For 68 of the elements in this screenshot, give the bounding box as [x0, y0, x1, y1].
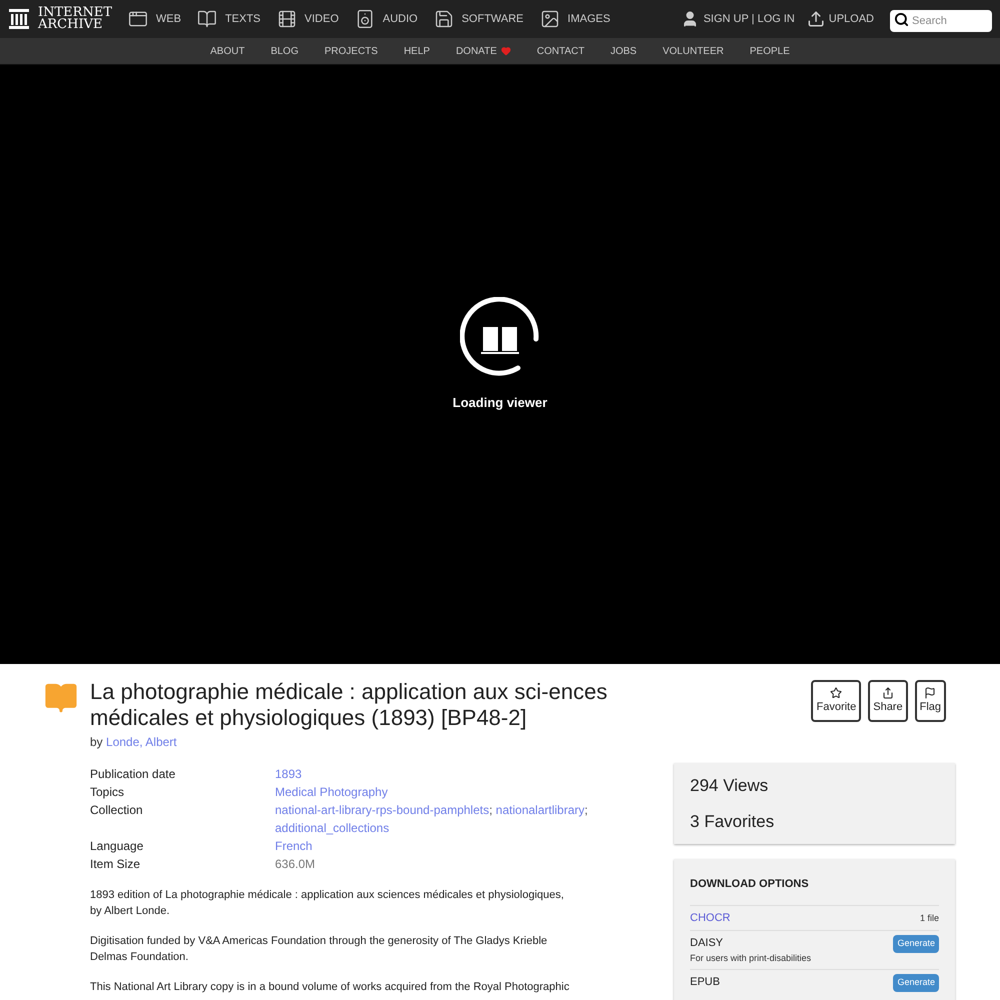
- action-button[interactable]: Flag: [914, 680, 946, 722]
- description-paragraph: 1893 edition of La photographie médicale : application aux sciences médicales et physiologiques, by Albert Londe.: [90, 888, 565, 919]
- sub-nav-link[interactable]: ABOUT: [210, 44, 245, 58]
- sub-nav-link[interactable]: CONTACT: [536, 44, 584, 58]
- sign-in-link[interactable]: SIGN UP | LOG IN: [681, 10, 795, 28]
- star-icon: [830, 686, 842, 699]
- metadata-label: Item Size: [90, 856, 142, 873]
- author-link[interactable]: Londe, Albert: [106, 735, 177, 749]
- logo-text[interactable]: ARCHIVE: [38, 19, 112, 31]
- byline-label: by: [90, 735, 103, 749]
- action-button[interactable]: Favorite: [811, 680, 862, 722]
- speaker-icon: [354, 9, 375, 29]
- separator: ;: [584, 803, 588, 817]
- image-icon: [540, 9, 560, 29]
- film-icon: [276, 9, 297, 29]
- media-nav-link[interactable]: VIDEO: [276, 9, 339, 29]
- loading-status: Loading viewer: [452, 394, 548, 412]
- stat-count: 3 Favorites: [690, 810, 776, 832]
- metadata-label: Publication date: [90, 766, 176, 783]
- metadata-label: Collection: [90, 802, 144, 819]
- metadata-value: 636.0M: [275, 857, 316, 871]
- metadata-link[interactable]: Medical Photography: [275, 785, 388, 799]
- description-paragraph: This National Art Library copy is in a bound volume of works acquired from the Royal Photographic: [90, 980, 570, 995]
- sub-nav-link[interactable]: BLOG: [270, 44, 298, 58]
- file-count: 1 file: [920, 912, 939, 924]
- search-icon: [894, 12, 909, 27]
- stat-count: 294 Views: [690, 775, 770, 797]
- search-field[interactable]: Search: [890, 10, 992, 32]
- media-nav-link[interactable]: WEB: [128, 9, 182, 29]
- logo-text[interactable]: INTERNET: [38, 7, 112, 19]
- generate-button[interactable]: Generate: [893, 974, 939, 992]
- sub-nav-link[interactable]: PEOPLE: [750, 44, 790, 58]
- format-note: For users with print-disabilities: [690, 952, 812, 965]
- loading-book-icon: [460, 296, 540, 377]
- format-name: DAISY: [690, 936, 724, 951]
- sub-nav-link[interactable]: JOBS: [610, 44, 637, 58]
- sub-nav-link[interactable]: PROJECTS: [324, 44, 378, 58]
- description-paragraph: Digitisation funded by V&A Americas Foundation through the generosity of The Gladys Krieble Delmas Foundation.: [90, 934, 548, 965]
- metadata-link[interactable]: nationalartlibrary: [496, 803, 585, 817]
- heart-icon: [500, 46, 511, 56]
- book-icon: [197, 9, 218, 29]
- share-icon: [882, 686, 894, 699]
- metadata-label: Topics: [90, 784, 126, 801]
- metadata-link[interactable]: additional_collections: [275, 821, 390, 835]
- separator: ;: [489, 803, 492, 817]
- metadata-link[interactable]: 1893: [275, 767, 302, 781]
- window-icon: [128, 9, 148, 29]
- sub-nav-link[interactable]: HELP: [404, 44, 430, 58]
- item-title: La photographie médicale : application aux sci-ences médicales et physiologiques (1893) [BP48-2]: [90, 679, 608, 731]
- book-icon: [44, 681, 78, 715]
- media-nav-link[interactable]: SOFTWARE: [434, 9, 524, 29]
- download-heading: DOWNLOAD OPTIONS: [690, 877, 810, 892]
- sub-nav-link[interactable]: DONATE: [456, 44, 511, 58]
- generate-button[interactable]: Generate: [893, 935, 939, 952]
- upload-icon: [806, 10, 825, 28]
- metadata-link[interactable]: national-art-library-rps-bound-pamphlets: [275, 803, 490, 817]
- flag-icon: [924, 686, 936, 699]
- media-nav-link[interactable]: AUDIO: [354, 9, 418, 29]
- sub-nav-link[interactable]: VOLUNTEER: [662, 44, 724, 58]
- temple-logo-icon: [8, 8, 30, 30]
- metadata-label: Language: [90, 838, 144, 855]
- action-button[interactable]: Share: [868, 680, 908, 722]
- format-name: EPUB: [690, 975, 720, 990]
- media-nav-link[interactable]: IMAGES: [540, 9, 610, 29]
- upload-link[interactable]: UPLOAD: [806, 10, 874, 28]
- metadata-link[interactable]: French: [275, 839, 312, 853]
- media-nav-link[interactable]: TEXTS: [197, 9, 261, 29]
- format-link[interactable]: CHOCR: [690, 910, 730, 926]
